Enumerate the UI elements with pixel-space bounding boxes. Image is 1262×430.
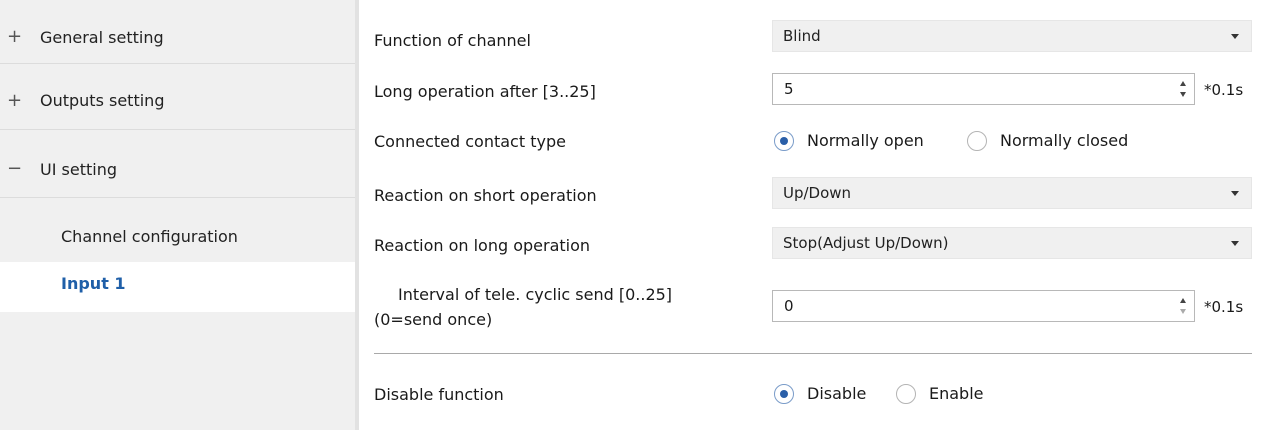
radio-normally-closed[interactable] [967, 131, 987, 151]
stepper-value: 5 [784, 80, 794, 98]
unit-label: *0.1s [1204, 81, 1244, 99]
interval-cyclic-label: Interval of tele. cyclic send [0..25] [398, 285, 673, 304]
step-down-icon[interactable] [1180, 92, 1186, 97]
sidebar-item-label: General setting [40, 28, 164, 47]
long-operation-stepper[interactable]: 5 [772, 73, 1195, 105]
long-operation-label: Long operation after [3..25] [374, 82, 596, 101]
stepper-value: 0 [784, 297, 794, 315]
step-down-icon[interactable] [1180, 309, 1186, 314]
function-of-channel-dropdown[interactable]: Blind [772, 20, 1252, 52]
chevron-down-icon [1231, 34, 1239, 39]
parameter-panel: Function of channel Blind Long operation… [359, 0, 1262, 430]
sidebar-item-general-setting[interactable]: + General setting [0, 0, 355, 64]
radio-normally-open[interactable] [774, 131, 794, 151]
reaction-short-dropdown[interactable]: Up/Down [772, 177, 1252, 209]
expand-plus-icon[interactable]: + [7, 90, 22, 111]
sidebar-subitem-channel-configuration[interactable]: Channel configuration [0, 208, 355, 264]
radio-enable[interactable] [896, 384, 916, 404]
disable-function-label: Disable function [374, 385, 504, 404]
radio-label: Normally closed [1000, 131, 1129, 150]
interval-cyclic-label-note: (0=send once) [374, 310, 493, 329]
chevron-down-icon [1231, 241, 1239, 246]
sidebar-subitem-label: Input 1 [61, 274, 126, 293]
radio-label: Enable [929, 384, 984, 403]
interval-cyclic-stepper[interactable]: 0 [772, 290, 1195, 322]
sidebar-item-label: UI setting [40, 160, 117, 179]
expand-plus-icon[interactable]: + [7, 26, 22, 47]
function-of-channel-label: Function of channel [374, 31, 531, 50]
dropdown-value: Up/Down [783, 184, 852, 202]
collapse-minus-icon[interactable]: − [7, 158, 22, 179]
connected-contact-type-label: Connected contact type [374, 132, 566, 151]
reaction-long-dropdown[interactable]: Stop(Adjust Up/Down) [772, 227, 1252, 259]
sidebar-subitem-input-1[interactable]: Input 1 [0, 262, 355, 312]
divider [0, 197, 355, 198]
radio-label: Disable [807, 384, 867, 403]
sidebar-item-outputs-setting[interactable]: + Outputs setting [0, 66, 355, 130]
section-divider [374, 353, 1252, 354]
dropdown-value: Blind [783, 27, 821, 45]
unit-label: *0.1s [1204, 298, 1244, 316]
reaction-short-label: Reaction on short operation [374, 186, 597, 205]
sidebar: + General setting + Outputs setting − UI… [0, 0, 355, 430]
step-up-icon[interactable] [1180, 298, 1186, 303]
radio-label: Normally open [807, 131, 924, 150]
expanded-pointer-icon [4, 198, 30, 208]
step-up-icon[interactable] [1180, 81, 1186, 86]
sidebar-item-label: Outputs setting [40, 91, 165, 110]
radio-disable[interactable] [774, 384, 794, 404]
dropdown-value: Stop(Adjust Up/Down) [783, 234, 949, 252]
sidebar-subitem-label: Channel configuration [61, 227, 238, 246]
chevron-down-icon [1231, 191, 1239, 196]
reaction-long-label: Reaction on long operation [374, 236, 591, 255]
sidebar-item-ui-setting[interactable]: − UI setting [0, 132, 355, 196]
